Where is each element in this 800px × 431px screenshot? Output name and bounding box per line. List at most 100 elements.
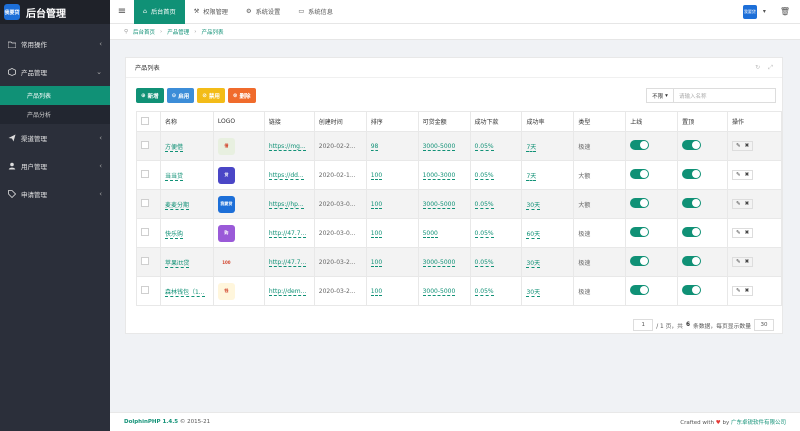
product-link[interactable]: http://47.7... — [268, 229, 307, 238]
caret-down-icon[interactable]: ▾ — [763, 8, 766, 15]
online-toggle[interactable] — [630, 140, 650, 150]
column-header[interactable]: 可贷金额 — [417, 111, 471, 132]
loan-amount[interactable]: 3000-5000 — [422, 287, 456, 296]
success-loans[interactable]: 0.05% — [474, 229, 494, 238]
tab-settings[interactable]: ⚙ 系统设置 — [237, 0, 289, 24]
sort-value[interactable]: 100 — [370, 200, 383, 209]
tab-permissions[interactable]: ⚒ 权限管理 — [185, 0, 237, 24]
online-toggle[interactable] — [630, 169, 650, 179]
sort-value[interactable]: 100 — [370, 229, 383, 238]
edit-icon[interactable]: ✎ — [736, 172, 741, 178]
edit-icon[interactable]: ✎ — [736, 259, 741, 265]
row-checkbox[interactable] — [141, 170, 149, 178]
tab-home[interactable]: ⌂ 后台首页 — [134, 0, 185, 24]
disable-button[interactable]: ⊘ 禁用 — [197, 88, 225, 103]
delete-icon[interactable]: ✖ — [745, 143, 750, 149]
success-loans[interactable]: 0.05% — [474, 287, 494, 296]
column-header[interactable]: 名称 — [159, 111, 214, 132]
success-rate[interactable]: 30天 — [526, 201, 541, 210]
footer-brand[interactable]: DolphinPHP 1.4.5 — [124, 419, 178, 425]
edit-icon[interactable]: ✎ — [736, 201, 741, 207]
avatar[interactable]: 我要贷 — [742, 4, 757, 19]
sidebar-subitem-product-list[interactable]: 产品列表 — [0, 86, 110, 105]
footer-company[interactable]: 广东卓锐软件有限公司 — [731, 420, 786, 426]
success-loans[interactable]: 0.05% — [474, 200, 494, 209]
sort-value[interactable]: 100 — [370, 258, 383, 267]
edit-icon[interactable]: ✎ — [736, 288, 741, 294]
loan-amount[interactable]: 1000-3000 — [422, 171, 456, 180]
success-rate[interactable]: 7天 — [526, 172, 537, 181]
sidebar-item-applications[interactable]: 申请管理 ‹ — [0, 180, 110, 208]
delete-icon[interactable]: ✖ — [745, 288, 750, 294]
delete-icon[interactable]: ✖ — [745, 259, 750, 265]
product-name[interactable]: 快乐购 — [164, 230, 183, 239]
menu-toggle-icon[interactable]: ≡ — [110, 0, 134, 24]
sort-value[interactable]: 100 — [370, 171, 383, 180]
success-rate[interactable]: 60天 — [526, 230, 541, 239]
per-page-input[interactable]: 30 — [754, 319, 774, 331]
online-toggle[interactable] — [630, 198, 650, 208]
product-name[interactable]: 森林钱包（1... — [164, 288, 205, 297]
column-header[interactable]: 排序 — [365, 111, 419, 132]
success-loans[interactable]: 0.05% — [474, 171, 494, 180]
refresh-icon[interactable]: ↻ — [755, 64, 760, 72]
column-header[interactable]: 置顶 — [677, 111, 728, 132]
trash-icon[interactable]: 🗑 — [780, 7, 790, 16]
column-header[interactable]: 成功下款 — [469, 111, 523, 132]
fullscreen-icon[interactable]: ⤢ — [768, 64, 773, 72]
delete-icon[interactable]: ✖ — [745, 172, 750, 178]
sidebar-item-products[interactable]: 产品管理 ⌄ — [0, 58, 110, 86]
edit-icon[interactable]: ✎ — [736, 143, 741, 149]
success-loans[interactable]: 0.05% — [474, 258, 494, 267]
row-checkbox[interactable] — [141, 286, 149, 294]
product-name[interactable]: 方便借 — [164, 143, 183, 152]
search-input[interactable]: 请输入名称 — [674, 88, 776, 103]
breadcrumb-item-products[interactable]: 产品管理 — [167, 28, 189, 36]
online-toggle[interactable] — [630, 256, 650, 266]
enable-button[interactable]: ⊙ 启用 — [166, 88, 195, 103]
sort-value[interactable]: 98 — [370, 142, 379, 151]
loan-amount[interactable]: 3000-5000 — [422, 142, 456, 151]
pin-toggle[interactable] — [682, 140, 702, 150]
online-toggle[interactable] — [630, 285, 650, 295]
success-rate[interactable]: 30天 — [526, 288, 541, 297]
product-link[interactable]: https://mg... — [268, 142, 306, 151]
breadcrumb-item-home[interactable]: 后台首页 — [133, 28, 155, 36]
sidebar-subitem-product-analysis[interactable]: 产品分析 — [0, 105, 110, 124]
tab-system-info[interactable]: ▭ 系统信息 — [289, 0, 342, 24]
pin-toggle[interactable] — [682, 169, 702, 179]
success-rate[interactable]: 30天 — [526, 259, 541, 268]
product-link[interactable]: http://47.7... — [268, 258, 307, 267]
product-link[interactable]: https://dd... — [268, 171, 304, 180]
pin-toggle[interactable] — [682, 227, 702, 237]
loan-amount[interactable]: 3000-5000 — [422, 200, 456, 209]
filter-select[interactable]: 不限 ▾ — [646, 88, 674, 103]
product-name[interactable]: 苹果itt贷 — [164, 259, 190, 268]
sidebar-item-channels[interactable]: 渠道管理 ‹ — [0, 124, 110, 152]
success-loans[interactable]: 0.05% — [474, 142, 494, 151]
add-button[interactable]: ⊕ 新增 — [136, 88, 164, 103]
loan-amount[interactable]: 3000-5000 — [422, 258, 456, 267]
product-name[interactable]: 当当贷 — [164, 172, 183, 181]
product-link[interactable]: https://hp... — [268, 200, 304, 209]
pin-toggle[interactable] — [682, 285, 702, 295]
column-header[interactable]: 创建时间 — [313, 111, 367, 132]
delete-icon[interactable]: ✖ — [745, 201, 750, 207]
column-header[interactable]: 类型 — [573, 111, 627, 132]
online-toggle[interactable] — [630, 227, 650, 237]
column-header[interactable]: 成功率 — [521, 111, 575, 132]
select-all-checkbox[interactable] — [141, 116, 149, 125]
edit-icon[interactable]: ✎ — [736, 230, 741, 236]
page-input[interactable]: 1 — [633, 319, 654, 331]
sidebar-item-users[interactable]: 用户管理 ‹ — [0, 152, 110, 180]
success-rate[interactable]: 7天 — [526, 143, 537, 152]
pin-toggle[interactable] — [682, 198, 702, 208]
product-link[interactable]: http://dem... — [268, 287, 307, 296]
product-name[interactable]: 麦麦分期 — [164, 201, 189, 210]
sidebar-item-common[interactable]: 常用操作 ‹ — [0, 30, 110, 58]
pin-toggle[interactable] — [682, 256, 702, 266]
row-checkbox[interactable] — [141, 141, 149, 149]
delete-icon[interactable]: ✖ — [745, 230, 750, 236]
sort-value[interactable]: 100 — [370, 287, 383, 296]
loan-amount[interactable]: 5000 — [422, 229, 438, 238]
